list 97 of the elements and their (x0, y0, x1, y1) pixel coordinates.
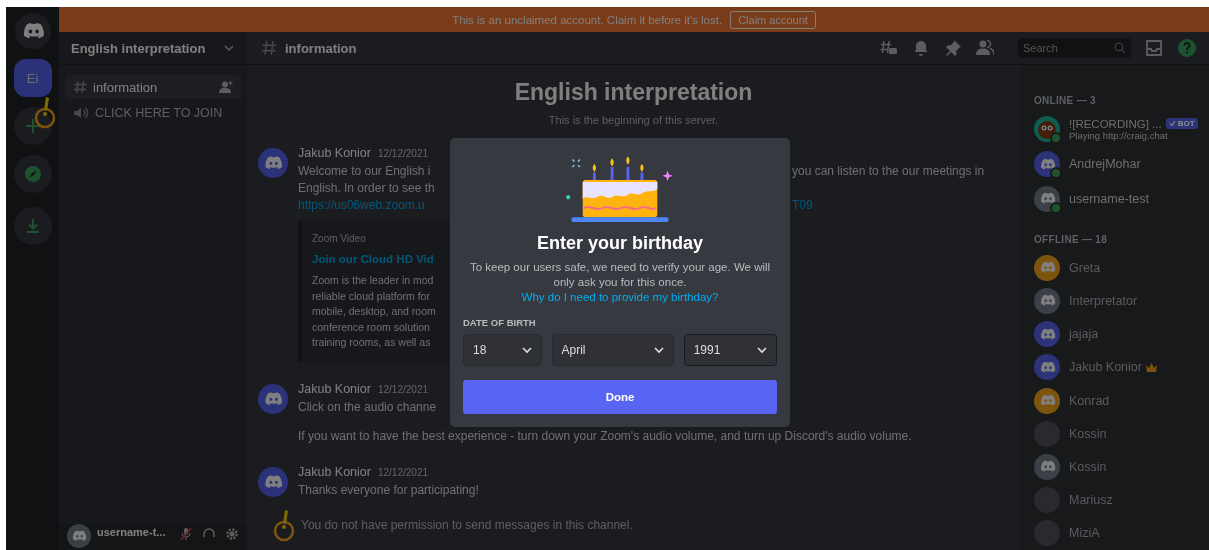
dialog-description: To keep our users safe, we need to verify your age. We will only ask you for this once. Why do I need to provide my birthday? (468, 260, 772, 305)
member-item[interactable]: Konrad (1034, 383, 1209, 418)
member-name[interactable]: Greta (1069, 260, 1101, 275)
plus-icon (23, 117, 42, 135)
speaker-icon (73, 106, 89, 120)
server-welcome-title: English interpretation (514, 79, 753, 105)
member-item[interactable]: Mariusz (1034, 483, 1209, 517)
member-name[interactable]: MiziA (1069, 526, 1100, 541)
explore-button[interactable] (13, 155, 52, 193)
search-field[interactable]: Search (1018, 38, 1131, 58)
author-name[interactable]: Jakub Konior (298, 146, 371, 160)
embed-provider: Zoom Video (312, 233, 366, 244)
username: username-t... (97, 526, 166, 538)
message-text: you can listen to the our meetings in (792, 163, 985, 180)
member-name[interactable]: Jakub Konior (1069, 360, 1142, 375)
banner-text: This is an unclaimed account. Claim it before it's lost. (452, 13, 723, 26)
chevron-down-icon (756, 344, 768, 356)
member-item[interactable]: Greta (1034, 251, 1209, 285)
chevron-down-icon[interactable] (223, 42, 235, 54)
done-button[interactable]: Done (463, 380, 777, 414)
dropdown[interactable]: April (551, 334, 674, 366)
download-button[interactable] (13, 207, 52, 245)
embed-description: Zoom is the leader in mod (312, 274, 434, 286)
home-button[interactable] (14, 13, 51, 49)
channel-item[interactable]: CLICK HERE TO JOIN (65, 101, 241, 125)
link[interactable]: https://us06web.zoom.u (298, 198, 425, 212)
message-text: Click on the audio channe (298, 399, 437, 414)
chevron-down-icon (520, 344, 533, 356)
embed-description: mobile, desktop, and room (312, 305, 436, 317)
timestamp: 12/12/2021 (377, 383, 429, 395)
author-name[interactable]: Jakub Konior (298, 381, 371, 396)
pin-icon[interactable] (944, 39, 962, 57)
members-icon[interactable] (976, 39, 994, 57)
message-text: Thanks everyone for participating! (298, 481, 479, 499)
microphone-muted-icon[interactable] (179, 527, 193, 541)
timestamp: 12/12/2021 (377, 466, 429, 478)
member-group-heading: OFFLINE — 18 (1034, 234, 1108, 245)
member-item[interactable]: jajaja (1034, 317, 1209, 351)
member-name[interactable]: Kossin (1069, 459, 1107, 474)
member-name[interactable]: Interpretator (1069, 293, 1138, 308)
warning-marker-icon (273, 508, 295, 542)
message-text: If you want to have the best experience - turn down your Zoom's audio volume, and turn up Discord's audio volume. (298, 427, 912, 445)
add-server-button[interactable] (13, 107, 52, 145)
hash-icon (261, 40, 277, 56)
member-item[interactable]: Interpretator (1034, 284, 1209, 318)
discord-logo-icon (1038, 392, 1056, 409)
member-name[interactable]: Kossin (1069, 426, 1107, 441)
member-item[interactable]: ![RECORDING] ... BOT Playing http://craig.chat (1034, 112, 1209, 147)
embed-description: conference room solution (312, 320, 430, 333)
channel-title: information (285, 40, 357, 56)
threads-icon[interactable] (880, 39, 898, 57)
search-icon (1114, 42, 1126, 54)
bot-avatar-icon (1034, 116, 1060, 143)
embed-title-link[interactable]: Join our Cloud HD Vid (312, 251, 434, 266)
member-activity: Playing http://craig.chat (1069, 129, 1169, 141)
member-item[interactable]: Jakub Konior (1034, 350, 1209, 384)
member-item[interactable]: Kossin (1034, 417, 1209, 451)
bot-tag-label: BOT (1177, 119, 1195, 129)
server-name[interactable]: English interpretation (71, 40, 206, 56)
member-name[interactable]: Mariusz (1069, 493, 1113, 508)
dropdown[interactable]: 1991 (683, 334, 777, 366)
message-text: English. In order to see th (298, 181, 435, 195)
add-member-icon (219, 81, 233, 93)
member-name[interactable]: jajaja (1069, 327, 1099, 342)
dialog-title: Enter your birthday (537, 233, 703, 254)
hash-icon (73, 80, 87, 94)
member-item[interactable]: username-test (1034, 181, 1209, 216)
member-name[interactable]: username-test (1069, 191, 1149, 206)
crown-icon (1145, 362, 1157, 372)
member-item[interactable]: AndrejMohar (1034, 146, 1209, 182)
member-name[interactable]: Konrad (1069, 393, 1110, 408)
help-link[interactable]: Why do I need to provide my birthday? (521, 291, 719, 303)
warning-marker-icon (33, 95, 56, 129)
permission-notice: You do not have permission to send messages in this channel. (301, 518, 633, 532)
channel-item[interactable]: information (65, 75, 241, 99)
timestamp: 12/12/2021 (377, 148, 429, 159)
embed-description: training rooms, as well as (312, 336, 431, 348)
member-item[interactable]: Kossin (1034, 450, 1209, 484)
compass-icon (23, 165, 42, 183)
inbox-icon[interactable] (1145, 39, 1163, 57)
dropdown[interactable]: 18 (463, 334, 542, 366)
server-icon[interactable]: Ei (13, 59, 52, 97)
help-icon[interactable] (1177, 38, 1197, 58)
bell-icon[interactable] (912, 39, 930, 57)
author-name[interactable]: Jakub Konior (298, 464, 371, 479)
member-group-heading: ONLINE — 3 (1034, 95, 1096, 106)
claim-account-button[interactable]: Claim account (730, 10, 816, 29)
link[interactable]: T09 (792, 197, 813, 214)
member-item[interactable]: MiziA (1034, 516, 1209, 550)
server-welcome-subtitle: This is the beginning of this server. (548, 114, 719, 126)
member-name[interactable]: AndrejMohar (1069, 157, 1141, 171)
chevron-down-icon (652, 344, 665, 356)
embed-description: reliable cloud platform for (312, 289, 430, 302)
check-icon (1168, 120, 1176, 128)
member-name[interactable]: ![RECORDING] ... (1069, 117, 1162, 130)
settings-icon[interactable] (225, 527, 239, 541)
field-label: DATE OF BIRTH (463, 317, 536, 328)
